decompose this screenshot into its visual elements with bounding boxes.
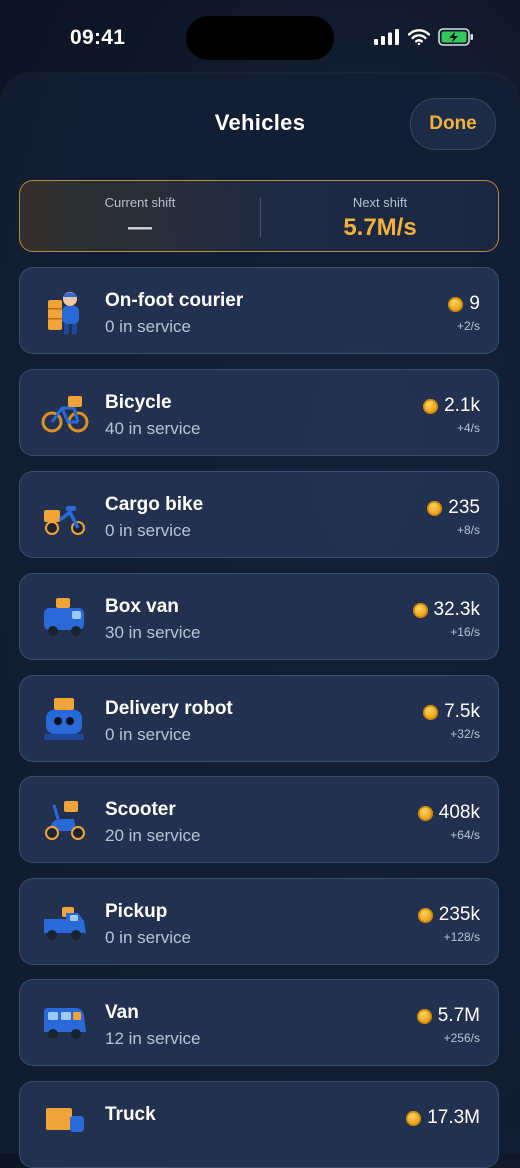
vehicle-price-value: 7.5k: [444, 701, 480, 722]
coin-icon: [417, 907, 433, 923]
status-icons: [374, 28, 474, 46]
coin-icon: [416, 1008, 432, 1024]
vehicle-price: 2.1k: [423, 395, 480, 417]
vehicle-name: Bicycle: [105, 392, 172, 413]
battery-charging-icon: [438, 28, 473, 46]
vehicle-price-value: 235k: [438, 904, 480, 925]
next-shift: Next shift 5.7M/s: [260, 181, 500, 251]
vehicle-rate: +32/s: [450, 727, 480, 741]
vehicle-price: 235k: [417, 904, 480, 926]
truck-icon: [46, 1108, 84, 1132]
pickup-icon: [44, 907, 86, 940]
vehicle-price: 9: [448, 293, 480, 315]
coin-icon: [427, 500, 443, 516]
vehicle-name: On-foot courier: [105, 290, 244, 311]
vehicle-card-scooter[interactable]: Scooter 20 in service 408k +64/s: [19, 776, 499, 863]
vehicle-count: 40 in service: [105, 419, 201, 438]
vehicle-card-box-van[interactable]: Box van 30 in service 32.3k +16/s: [19, 573, 499, 660]
vehicle-price-value: 408k: [438, 802, 480, 823]
vehicle-card-delivery-robot[interactable]: Delivery robot 0 in service 7.5k +32/s: [19, 675, 499, 762]
shift-summary-card: Current shift — Next shift 5.7M/s: [19, 180, 499, 252]
done-button[interactable]: Done: [410, 98, 496, 150]
status-bar: 09:41: [0, 0, 520, 76]
coin-icon: [406, 1110, 422, 1126]
vehicle-name: Van: [105, 1002, 139, 1023]
next-shift-value: 5.7M/s: [343, 214, 417, 241]
cargo-bike-icon: [44, 506, 85, 535]
vehicle-price-value: 17.3M: [427, 1107, 480, 1128]
vehicle-rate: +4/s: [456, 421, 480, 435]
current-shift: Current shift —: [20, 181, 260, 251]
wifi-icon: [408, 29, 430, 45]
vehicle-rate: +128/s: [443, 930, 480, 944]
coin-icon: [423, 398, 439, 414]
vehicle-name: Cargo bike: [105, 494, 204, 515]
cellular-signal-icon: [374, 29, 399, 45]
vehicle-price: 5.7M: [416, 1005, 480, 1027]
vehicle-rate: +256/s: [443, 1031, 480, 1045]
vehicle-count: 20 in service: [105, 826, 201, 845]
vehicle-price-value: 235: [448, 497, 480, 518]
current-shift-label: Current shift: [104, 195, 176, 210]
vehicle-card-on-foot-courier[interactable]: On-foot courier 0 in service 9 +2/s: [19, 267, 499, 354]
vehicle-rate: +8/s: [456, 523, 480, 537]
vehicle-card-truck[interactable]: Truck 17.3M: [19, 1081, 499, 1168]
vehicle-price: 32.3k: [412, 599, 480, 621]
vehicle-price-value: 2.1k: [444, 395, 480, 416]
vehicle-price: 7.5k: [423, 701, 480, 723]
vehicle-price: 17.3M: [406, 1107, 480, 1129]
vehicle-card-bicycle[interactable]: Bicycle 40 in service 2.1k +4/s: [19, 369, 499, 456]
box-van-icon: [44, 598, 84, 636]
next-shift-label: Next shift: [352, 195, 408, 210]
vehicle-card-van[interactable]: Van 12 in service 5.7M +256/s: [19, 979, 499, 1066]
vehicle-count: 0 in service: [105, 928, 191, 947]
vehicle-price-value: 32.3k: [433, 599, 480, 620]
vehicle-count: 0 in service: [105, 317, 191, 336]
vehicle-count: 0 in service: [105, 521, 191, 540]
van-icon: [44, 1008, 86, 1039]
status-time: 09:41: [70, 26, 126, 49]
vehicle-rate: +2/s: [456, 319, 480, 333]
coin-icon: [412, 602, 428, 618]
coin-icon: [417, 805, 433, 821]
courier-icon: [48, 292, 79, 334]
vehicle-name: Pickup: [105, 901, 168, 922]
vehicle-name: Delivery robot: [105, 698, 233, 719]
vehicle-price-value: 9: [469, 293, 480, 314]
vehicle-name: Scooter: [105, 799, 176, 820]
coin-icon: [448, 296, 464, 312]
dynamic-island: [186, 16, 334, 60]
vehicle-rate: +64/s: [450, 828, 480, 842]
vehicle-price: 235: [427, 497, 480, 519]
vehicle-price-value: 5.7M: [437, 1005, 480, 1026]
current-shift-value: —: [128, 214, 152, 241]
coin-icon: [423, 704, 439, 720]
scooter-icon: [45, 801, 85, 840]
robot-icon: [44, 698, 84, 740]
vehicle-card-cargo-bike[interactable]: Cargo bike 0 in service 235 +8/s: [19, 471, 499, 558]
vehicle-card-pickup[interactable]: Pickup 0 in service 235k +128/s: [19, 878, 499, 965]
vehicle-count: 0 in service: [105, 725, 191, 744]
vehicle-rate: +16/s: [450, 625, 480, 639]
bicycle-icon: [41, 396, 89, 433]
vehicle-name: Truck: [105, 1104, 156, 1125]
vehicle-name: Box van: [105, 596, 179, 617]
vehicle-price: 408k: [417, 802, 480, 824]
vehicle-count: 30 in service: [105, 623, 201, 642]
vehicle-count: 12 in service: [105, 1029, 201, 1048]
